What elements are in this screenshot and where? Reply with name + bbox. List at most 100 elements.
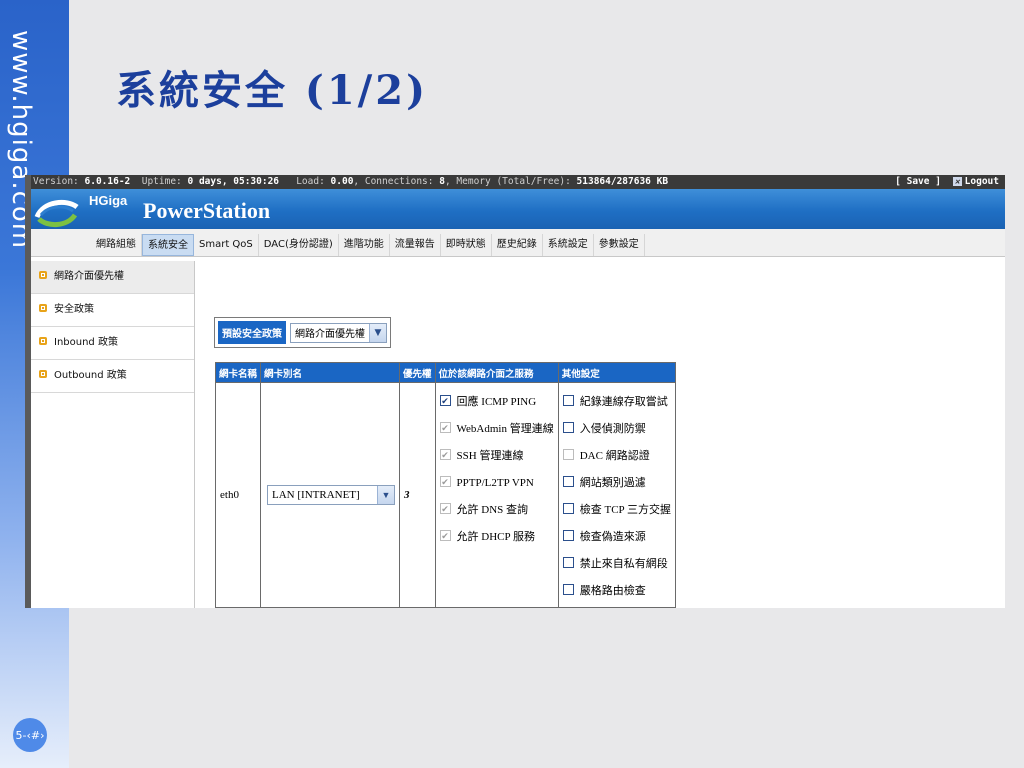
load-label: Load:	[296, 176, 325, 187]
checkbox-label: SSH 管理連線	[456, 450, 524, 462]
nic-alias-select[interactable]: LAN [INTRANET] ▼	[267, 485, 396, 505]
checkbox-label: 允許 DHCP 服務	[456, 531, 535, 543]
chevron-down-icon: ▼	[369, 323, 386, 342]
bullet-icon	[39, 304, 47, 312]
brand-name: PowerStation	[143, 198, 271, 223]
checkbox[interactable]	[562, 583, 574, 595]
tab-7[interactable]: 歷史紀錄	[492, 234, 543, 256]
list-item: ✔ PPTP/L2TP VPN	[439, 470, 554, 497]
checkbox: ✔	[439, 529, 451, 541]
default-policy-label: 預設安全政策	[218, 321, 286, 344]
services-cell: ✔ 回應 ICMP PING ✔ WebAdmin 管理連線 ✔ SSH 管理連線 ✔ PPT…	[434, 382, 559, 608]
tab-1[interactable]: 系統安全	[142, 234, 194, 256]
tab-9[interactable]: 參數設定	[594, 234, 645, 256]
hgiga-logo-icon	[34, 199, 79, 227]
list-item: 紀錄連線存取嘗試	[562, 389, 671, 416]
version-value: 6.0.16-2	[84, 176, 131, 187]
brand-small: HGiga	[89, 193, 128, 208]
checkbox[interactable]	[562, 421, 574, 433]
checkbox: ✔	[439, 502, 451, 514]
bullet-icon	[39, 337, 47, 345]
tab-6[interactable]: 即時狀態	[441, 234, 492, 256]
chevron-down-icon: ▼	[377, 486, 395, 504]
list-item: 禁止來自私有網段	[562, 551, 671, 578]
list-item: DAC 網路認證	[562, 443, 671, 470]
table-row: eth0 LAN [INTRANET] ▼ 3 ✔ 回應 ICMP PING ✔ We…	[214, 382, 677, 608]
brand-bar: HGiga PowerStation	[31, 189, 1005, 229]
checkbox: ✔	[439, 475, 451, 487]
logout-button[interactable]: ✕ Logout	[952, 176, 999, 187]
other-settings-cell: 紀錄連線存取嘗試入侵偵測防禦 DAC 網路認證 網站類別過濾檢查 TCP 三方交握檢…	[557, 382, 677, 608]
nic-alias-value: LAN [INTRANET]	[272, 489, 360, 501]
tab-5[interactable]: 流量報告	[390, 234, 441, 256]
list-item: 網站類別過濾	[562, 470, 671, 497]
checkbox[interactable]	[562, 556, 574, 568]
sidebar: 網路介面優先權 安全政策 Inbound 政策 Outbound 政策	[31, 261, 195, 608]
checkbox[interactable]	[562, 394, 574, 406]
default-policy-select[interactable]: 網路介面優先權 ▼	[290, 322, 387, 343]
tab-2[interactable]: Smart QoS	[194, 234, 259, 256]
col-services: 位於該網路介面之服務	[434, 362, 559, 383]
checkbox[interactable]	[562, 475, 574, 487]
sidebar-item-label: Inbound 政策	[54, 337, 118, 348]
slide-page-number: 5-‹#›	[13, 718, 47, 752]
interface-table: 網卡名稱 網卡別名 優先權 位於該網路介面之服務 其他設定 eth0 LAN […	[214, 362, 677, 608]
table-header-row: 網卡名稱 網卡別名 優先權 位於該網路介面之服務 其他設定	[214, 362, 677, 383]
close-icon: ✕	[952, 177, 962, 186]
list-item: ✔ 允許 DNS 查詢	[439, 497, 554, 524]
list-item: ✔ 回應 ICMP PING	[439, 389, 554, 416]
uptime-label: Uptime:	[141, 176, 182, 187]
uptime-value: 0 days, 05:30:26	[187, 176, 280, 187]
sidebar-item-1[interactable]: 安全政策	[31, 294, 194, 327]
list-item: ✔ SSH 管理連線	[439, 443, 554, 470]
checkbox-label: 回應 ICMP PING	[456, 396, 537, 408]
save-button[interactable]: [ Save ]	[895, 176, 941, 187]
sidebar-item-label: 安全政策	[54, 304, 94, 315]
checkbox	[562, 448, 574, 460]
sidebar-item-3[interactable]: Outbound 政策	[31, 360, 194, 393]
col-priority: 優先權	[399, 362, 436, 383]
sidebar-item-label: Outbound 政策	[54, 370, 127, 381]
checkbox[interactable]	[562, 529, 574, 541]
list-item: 檢查 TCP 三方交握	[562, 497, 671, 524]
sidebar-item-2[interactable]: Inbound 政策	[31, 327, 194, 360]
connections-label: , Connections:	[353, 176, 434, 187]
bullet-icon	[39, 271, 47, 279]
checkbox-label: 網站類別過濾	[579, 477, 646, 489]
checkbox-label: 嚴格路由檢查	[579, 585, 646, 597]
checkbox[interactable]: ✔	[439, 394, 451, 406]
checkbox: ✔	[439, 448, 451, 460]
tab-0[interactable]: 網路組態	[91, 234, 142, 256]
checkbox-label: 檢查 TCP 三方交握	[579, 504, 671, 516]
app-screenshot: Version: 6.0.16-2 Uptime: 0 days, 05:30:…	[25, 175, 1005, 608]
logout-label: Logout	[964, 176, 999, 187]
sidebar-item-label: 網路介面優先權	[54, 271, 124, 282]
list-item: 嚴格路由檢查	[562, 578, 671, 605]
checkbox: ✔	[439, 421, 451, 433]
default-policy-box: 預設安全政策 網路介面優先權 ▼	[214, 317, 391, 348]
col-nic-alias: 網卡別名	[260, 362, 401, 383]
col-other-settings: 其他設定	[557, 362, 677, 383]
list-item: ✔ 允許 DHCP 服務	[439, 524, 554, 551]
status-bar: Version: 6.0.16-2 Uptime: 0 days, 05:30:…	[31, 175, 1005, 189]
tab-3[interactable]: DAC(身份認證)	[259, 234, 339, 256]
checkbox[interactable]	[562, 502, 574, 514]
tab-8[interactable]: 系統設定	[543, 234, 594, 256]
checkbox-label: 檢查偽造來源	[579, 531, 646, 543]
bullet-icon	[39, 370, 47, 378]
status-actions: [ Save ] ✕ Logout	[889, 175, 999, 189]
checkbox-label: DAC 網路認證	[579, 450, 650, 462]
main-nav: 網路組態 系統安全 Smart QoS DAC(身份認證) 進階功能 流量報告 即時狀態 歷史…	[31, 229, 1005, 257]
list-item: 檢查偽造來源	[562, 524, 671, 551]
version-label: Version:	[33, 176, 79, 187]
sidebar-item-0[interactable]: 網路介面優先權	[31, 261, 194, 294]
tab-4[interactable]: 進階功能	[339, 234, 390, 256]
default-policy-value: 網路介面優先權	[295, 329, 365, 340]
checkbox-label: 紀錄連線存取嘗試	[579, 396, 668, 408]
col-nic-name: 網卡名稱	[214, 362, 262, 383]
slide-title: 系統安全 (1/2)	[116, 67, 429, 114]
list-item: 入侵偵測防禦	[562, 416, 671, 443]
priority-value: 3	[404, 489, 410, 501]
nic-name-cell: eth0	[214, 382, 262, 608]
checkbox-label: 允許 DNS 查詢	[456, 504, 529, 516]
